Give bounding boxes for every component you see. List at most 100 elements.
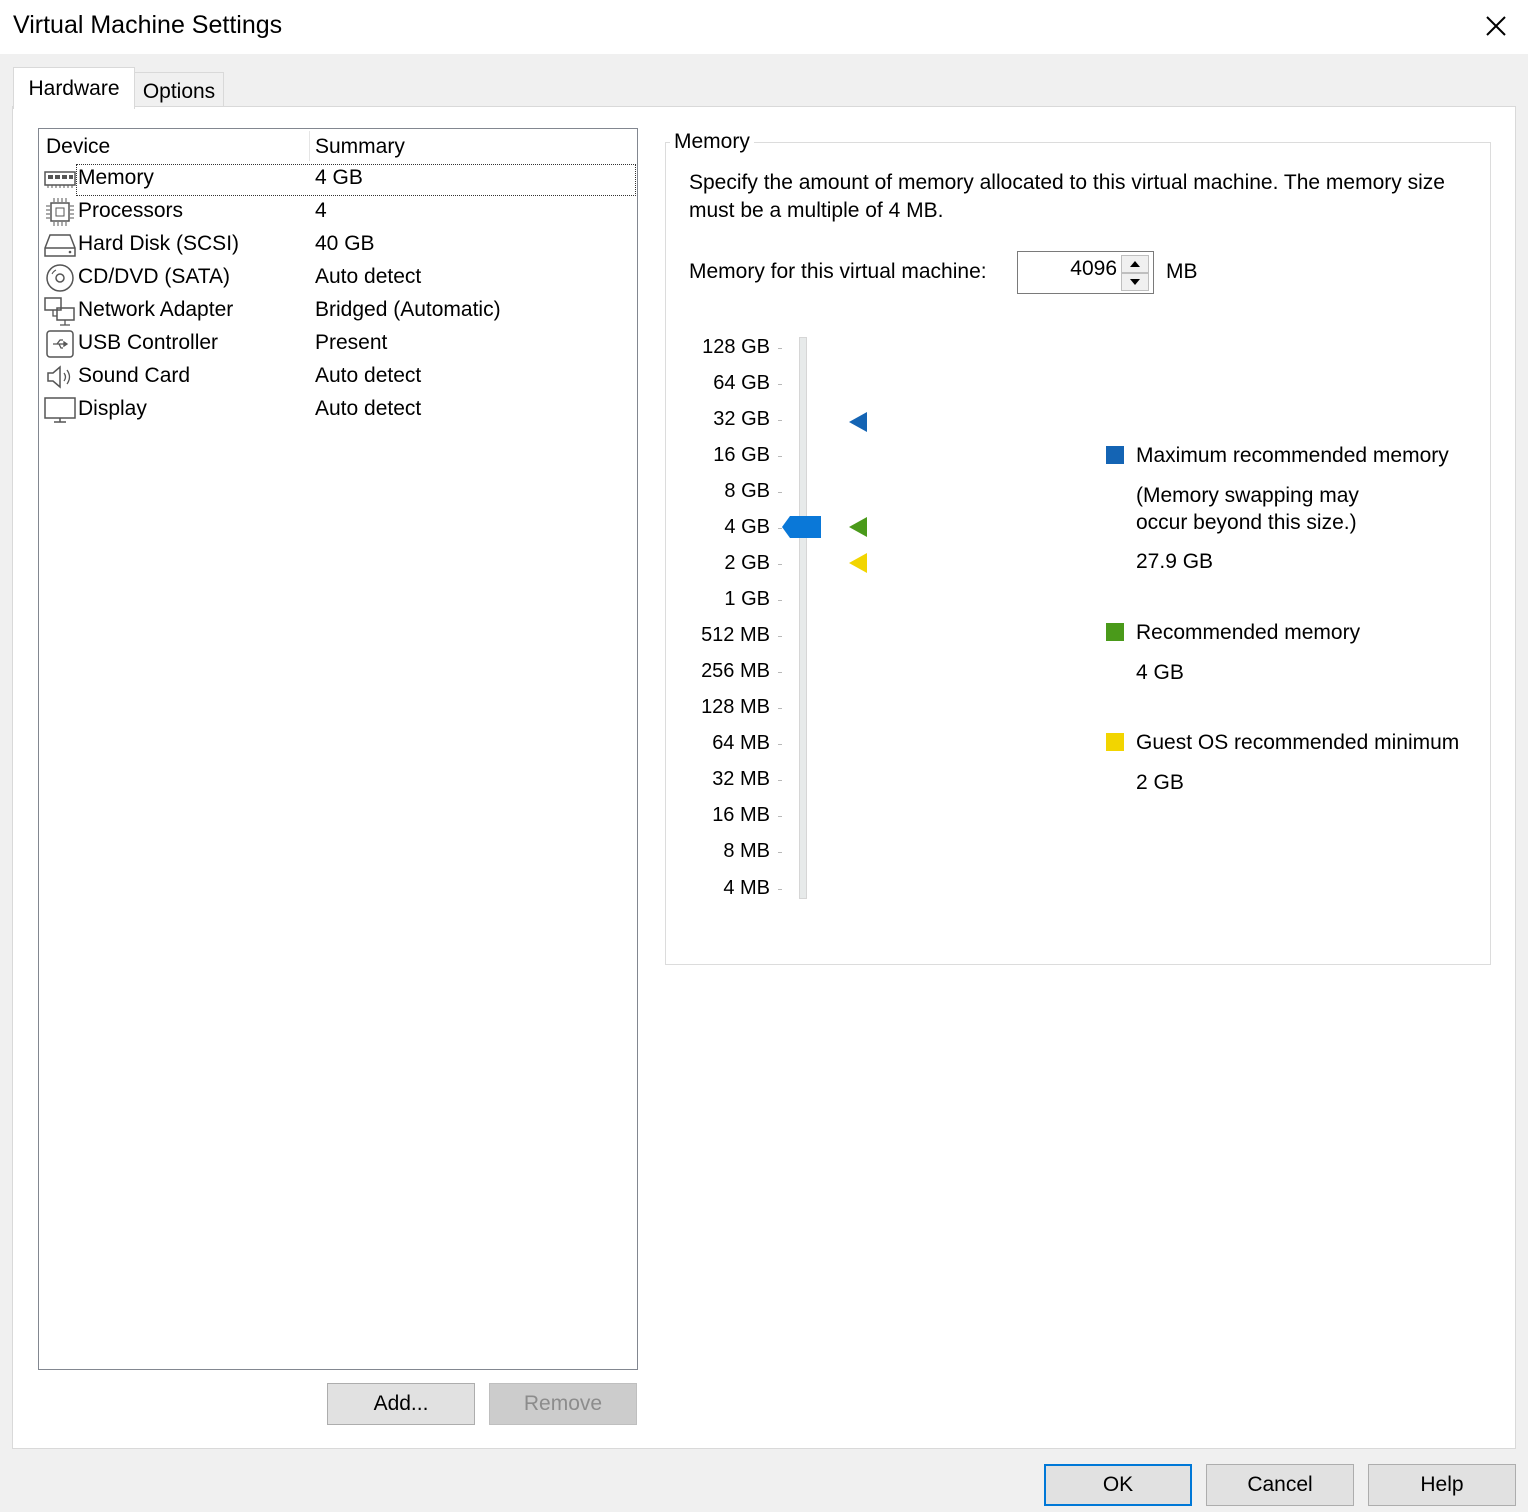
scale-label: 8 MB xyxy=(723,840,770,862)
device-name: Processors xyxy=(78,199,184,222)
device-name: USB Controller xyxy=(78,331,219,354)
column-header-summary[interactable]: Summary xyxy=(315,135,405,163)
scale-tick xyxy=(778,492,782,493)
memory-input[interactable]: 4096 xyxy=(1070,257,1117,281)
max-recommended-marker xyxy=(849,412,867,432)
sound-icon xyxy=(44,363,76,391)
memory-icon xyxy=(44,165,76,193)
spin-up-button[interactable] xyxy=(1121,255,1149,273)
minimum-marker xyxy=(849,553,867,573)
scale-tick xyxy=(778,420,782,421)
scale-tick xyxy=(778,816,782,817)
legend-recommended-value: 4 GB xyxy=(1136,661,1184,684)
memory-slider-track[interactable] xyxy=(799,337,807,899)
column-separator[interactable] xyxy=(309,131,310,161)
caret-down-icon xyxy=(1130,279,1140,285)
device-name: Display xyxy=(78,397,147,420)
window-title: Virtual Machine Settings xyxy=(13,11,283,39)
device-name: Memory xyxy=(78,166,154,189)
scale-label: 4 MB xyxy=(723,877,770,899)
scale-label: 32 MB xyxy=(712,768,770,790)
legend-swatch-recommended xyxy=(1106,623,1124,641)
device-summary: Present xyxy=(315,331,388,354)
scale-label: 512 MB xyxy=(701,624,770,646)
scale-tick xyxy=(778,672,782,673)
memory-unit: MB xyxy=(1166,260,1198,283)
help-button[interactable]: Help xyxy=(1368,1464,1516,1506)
scale-label: 16 MB xyxy=(712,804,770,826)
scale-tick xyxy=(778,384,782,385)
scale-tick xyxy=(778,456,782,457)
tab-options[interactable]: Options xyxy=(134,72,224,108)
add-device-button[interactable]: Add... xyxy=(327,1383,475,1425)
memory-slider-thumb[interactable] xyxy=(782,516,822,538)
close-icon[interactable] xyxy=(1476,6,1516,46)
memory-field-label: Memory for this virtual machine: xyxy=(689,260,987,283)
device-row-network-adapter[interactable]: Network Adapter Bridged (Automatic) xyxy=(39,295,637,328)
scale-tick xyxy=(778,348,782,349)
hard-disk-icon xyxy=(44,231,76,259)
device-row-display[interactable]: Display Auto detect xyxy=(39,394,637,427)
scale-label: 128 GB xyxy=(702,336,770,358)
legend-max-note: occur beyond this size.) xyxy=(1136,511,1357,534)
memory-spinbox[interactable]: 4096 xyxy=(1017,251,1154,294)
scale-tick xyxy=(778,852,782,853)
legend-swatch-max xyxy=(1106,446,1124,464)
device-name: Network Adapter xyxy=(78,298,234,321)
legend-minimum-value: 2 GB xyxy=(1136,771,1184,794)
device-name: CD/DVD (SATA) xyxy=(78,265,231,288)
device-name: Sound Card xyxy=(78,364,191,387)
legend-max-note: (Memory swapping may xyxy=(1136,484,1359,507)
ok-button[interactable]: OK xyxy=(1044,1464,1192,1506)
memory-description: Specify the amount of memory allocated t… xyxy=(689,171,1445,222)
scale-tick xyxy=(778,780,782,781)
processor-icon xyxy=(44,198,76,226)
scale-tick xyxy=(778,636,782,637)
device-row-sound-card[interactable]: Sound Card Auto detect xyxy=(39,361,637,394)
scale-tick xyxy=(778,564,782,565)
scale-tick xyxy=(778,708,782,709)
scale-label: 16 GB xyxy=(713,444,770,466)
memory-group-label: Memory xyxy=(670,130,754,154)
scale-label: 64 MB xyxy=(712,732,770,754)
device-summary: Auto detect xyxy=(315,397,422,420)
usb-icon xyxy=(44,330,76,358)
spin-down-button[interactable] xyxy=(1121,273,1149,291)
device-row-usb-controller[interactable]: USB Controller Present xyxy=(39,328,637,361)
scale-label: 64 GB xyxy=(713,372,770,394)
scale-tick xyxy=(778,889,782,890)
recommended-marker xyxy=(849,517,867,537)
scale-tick xyxy=(778,600,782,601)
network-adapter-icon xyxy=(44,297,76,326)
scale-tick xyxy=(778,744,782,745)
scale-label: 2 GB xyxy=(724,552,770,574)
tab-hardware[interactable]: Hardware xyxy=(13,67,135,109)
device-summary: Auto detect xyxy=(315,265,422,288)
device-row-memory[interactable]: Memory 4 GB xyxy=(39,163,637,196)
legend-recommended-title: Recommended memory xyxy=(1136,621,1361,644)
device-row-processors[interactable]: Processors 4 xyxy=(39,196,637,229)
scale-label: 4 GB xyxy=(724,516,770,538)
scale-label: 1 GB xyxy=(724,588,770,610)
device-summary: Bridged (Automatic) xyxy=(315,298,501,321)
legend-max-value: 27.9 GB xyxy=(1136,550,1214,573)
scale-label: 8 GB xyxy=(724,480,770,502)
device-row-hard-disk[interactable]: Hard Disk (SCSI) 40 GB xyxy=(39,229,637,262)
scale-label: 128 MB xyxy=(701,696,770,718)
cancel-button[interactable]: Cancel xyxy=(1206,1464,1354,1506)
device-name: Hard Disk (SCSI) xyxy=(78,232,240,255)
device-summary: 4 xyxy=(315,199,327,222)
device-summary: Auto detect xyxy=(315,364,422,387)
device-list[interactable]: Device Summary Memory 4 GB Processors 4 … xyxy=(38,128,638,1370)
cd-dvd-icon xyxy=(44,264,76,292)
remove-device-button[interactable]: Remove xyxy=(489,1383,637,1425)
scale-label: 32 GB xyxy=(713,408,770,430)
legend-max-title: Maximum recommended memory xyxy=(1136,444,1449,467)
display-icon xyxy=(44,396,76,424)
column-header-device[interactable]: Device xyxy=(46,135,110,163)
device-row-cd-dvd[interactable]: CD/DVD (SATA) Auto detect xyxy=(39,262,637,295)
legend-minimum-title: Guest OS recommended minimum xyxy=(1136,731,1460,754)
scale-label: 256 MB xyxy=(701,660,770,682)
device-summary: 4 GB xyxy=(315,166,363,189)
device-summary: 40 GB xyxy=(315,232,375,255)
